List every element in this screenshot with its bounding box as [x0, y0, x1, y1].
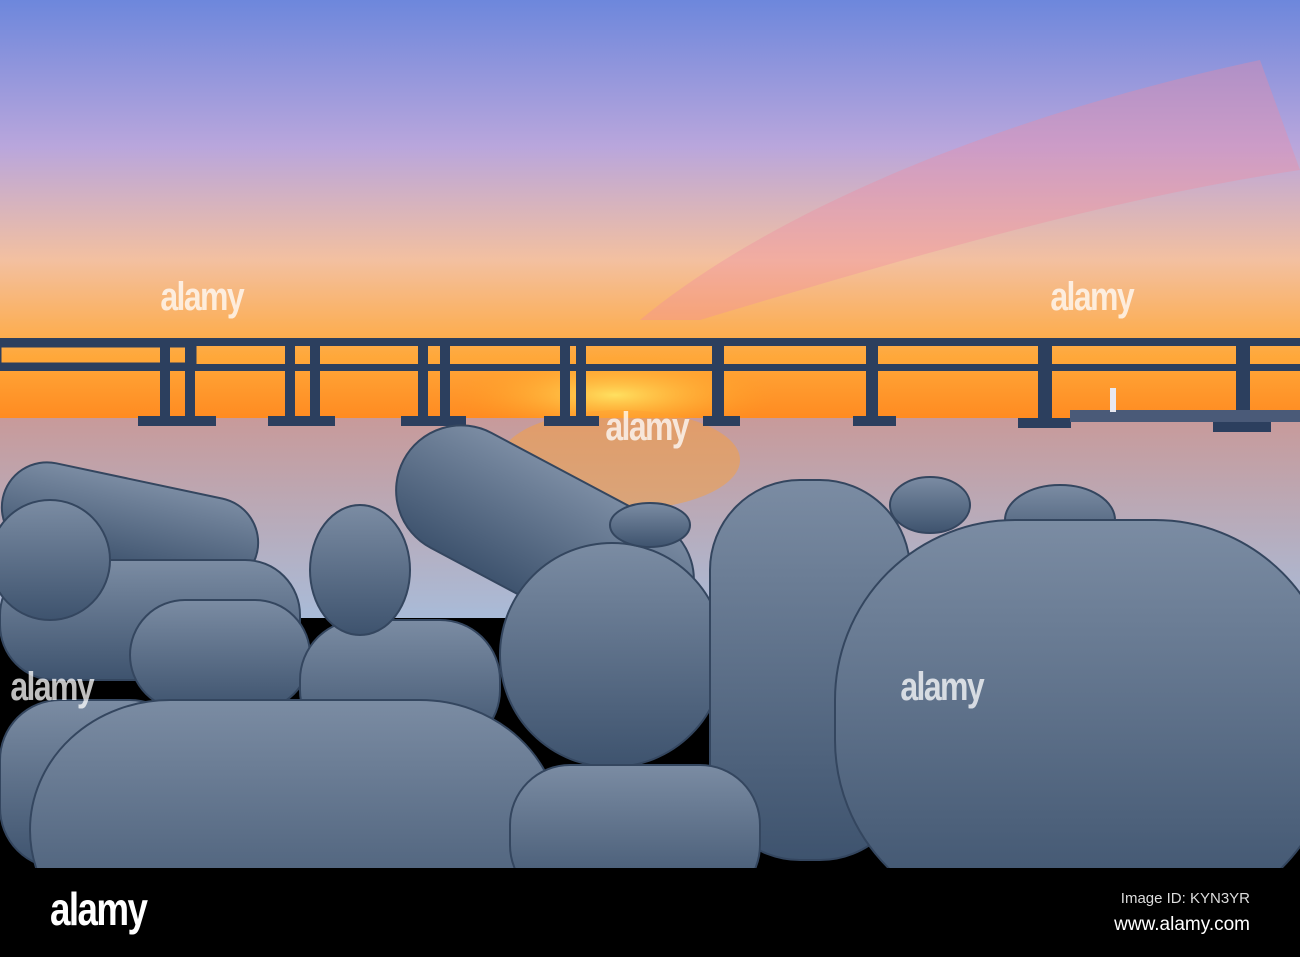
watermark: alamy — [160, 275, 244, 319]
photo-viewer: alamy alamy alamy alamy alamy alamy Imag… — [0, 0, 1300, 957]
watermark: alamy — [900, 665, 984, 709]
watermark: alamy — [1050, 275, 1134, 319]
watermark: alamy — [605, 405, 689, 449]
footer-bar: alamy Image ID: KYN3YR www.alamy.com — [0, 868, 1300, 957]
image-id: Image ID: KYN3YR — [1120, 890, 1250, 907]
watermark: alamy — [10, 665, 94, 709]
alamy-logo: alamy — [50, 883, 148, 935]
website-link[interactable]: www.alamy.com — [1114, 914, 1250, 936]
